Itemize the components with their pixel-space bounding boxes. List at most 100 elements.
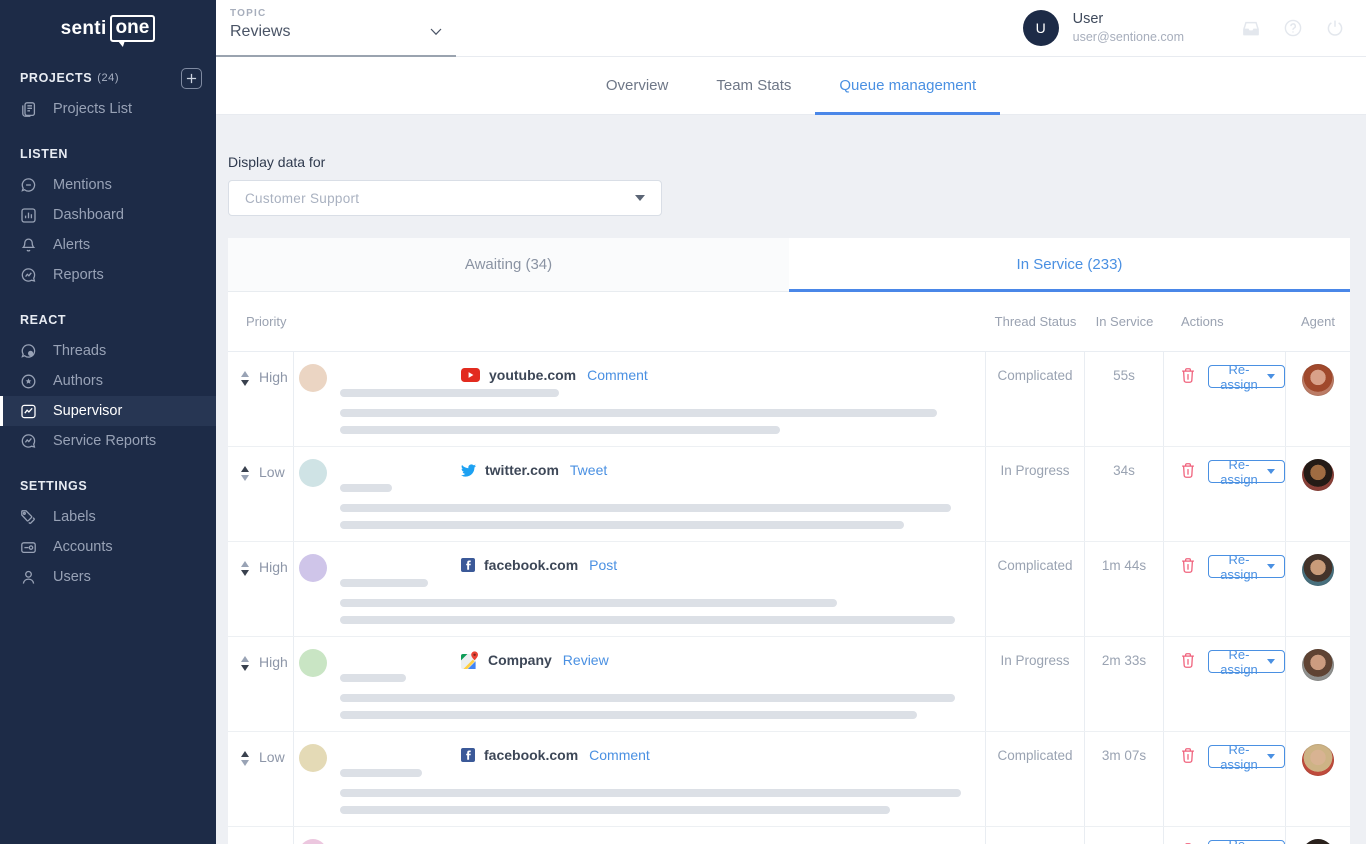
agent-cell: [1286, 542, 1350, 636]
reassign-button[interactable]: Re-assign: [1208, 650, 1285, 673]
reassign-button[interactable]: Re-assign: [1208, 555, 1285, 578]
facebook-icon: [461, 558, 475, 572]
table-body: Highyoutube.comCommentComplicated55sRe-a…: [228, 352, 1350, 844]
decrease-priority-button[interactable]: [241, 760, 249, 766]
increase-priority-button[interactable]: [241, 561, 249, 567]
sidebar-item-labels[interactable]: Labels: [0, 502, 216, 532]
thread-cell[interactable]: Company Review: [294, 637, 986, 731]
sidebar-item-alerts[interactable]: Alerts: [0, 230, 216, 260]
tab-team-stats[interactable]: Team Stats: [692, 57, 815, 114]
thread-type-link[interactable]: Post: [589, 557, 617, 573]
sidebar-item-threads[interactable]: Threads: [0, 336, 216, 366]
sidebar-item-dashboard[interactable]: Dashboard: [0, 200, 216, 230]
in-service-time: 1m 44s: [1085, 542, 1164, 636]
delete-thread-button[interactable]: [1181, 650, 1195, 669]
sidebar-item-label: Dashboard: [53, 207, 124, 223]
agent-avatar: [1302, 839, 1334, 844]
increase-priority-button[interactable]: [241, 466, 249, 472]
sidebar-item-projects-list[interactable]: Projects List: [0, 94, 216, 124]
thread-status: In Progress: [986, 637, 1085, 731]
message-line-placeholder: [340, 426, 780, 434]
message-line-placeholder: [340, 409, 937, 417]
sidebar-item-label: Projects List: [53, 101, 132, 117]
message-line-placeholder: [340, 694, 955, 702]
reassign-button[interactable]: Re-assign: [1208, 460, 1285, 483]
delete-thread-button[interactable]: [1181, 555, 1195, 574]
projects-count: (24): [97, 72, 119, 84]
message-line-placeholder: [340, 616, 955, 624]
thread-type-link[interactable]: Review: [563, 652, 609, 668]
thread-type-link[interactable]: Tweet: [570, 462, 607, 478]
user-avatar[interactable]: U: [1023, 10, 1059, 46]
queue-tab-awaiting-34[interactable]: Awaiting (34): [228, 238, 789, 291]
tab-queue-management[interactable]: Queue management: [815, 57, 1000, 114]
delete-thread-button[interactable]: [1181, 840, 1195, 844]
decrease-priority-button[interactable]: [241, 570, 249, 576]
priority-label: High: [259, 369, 288, 385]
increase-priority-button[interactable]: [241, 656, 249, 662]
agent-avatar: [1302, 744, 1334, 776]
sidebar-item-label: Service Reports: [53, 433, 156, 449]
sidebar-item-users[interactable]: Users: [0, 562, 216, 592]
sidebar-item-accounts[interactable]: Accounts: [0, 532, 216, 562]
nav-tabs: OverviewTeam StatsQueue management: [216, 57, 1366, 115]
alerts-icon: [20, 237, 37, 254]
thread-source-domain: twitter.com: [485, 462, 559, 478]
thread-type-link[interactable]: Comment: [587, 367, 648, 383]
agent-avatar: [1302, 554, 1334, 586]
thread-source: Company Review: [461, 651, 609, 669]
increase-priority-button[interactable]: [241, 751, 249, 757]
help-icon[interactable]: [1284, 19, 1302, 37]
team-select[interactable]: Customer Support: [228, 180, 662, 216]
in-service-time: 3m 07s: [1085, 732, 1164, 826]
tab-overview[interactable]: Overview: [582, 57, 693, 114]
sidebar-item-label: Supervisor: [53, 403, 122, 419]
twitter-icon: [461, 464, 476, 477]
inbox-icon[interactable]: [1242, 19, 1260, 37]
delete-thread-button[interactable]: [1181, 460, 1195, 479]
facebook-icon: [461, 748, 475, 762]
agent-cell: [1286, 447, 1350, 541]
thread-cell[interactable]: twitter.com Tweet: [294, 447, 986, 541]
column-header-agent: Agent: [1286, 314, 1350, 329]
delete-thread-button[interactable]: [1181, 745, 1195, 764]
column-header-in-service: In Service: [1085, 314, 1164, 329]
in-service-time: [1085, 827, 1164, 844]
agent-cell: [1286, 827, 1350, 844]
thread-cell[interactable]: youtube.comComment: [294, 352, 986, 446]
reassign-button[interactable]: Re-assign: [1208, 840, 1285, 844]
sidebar-item-supervisor[interactable]: Supervisor: [0, 396, 216, 426]
reports-icon: [20, 267, 37, 284]
thread-status: Complicated: [986, 352, 1085, 446]
decrease-priority-button[interactable]: [241, 380, 249, 386]
table-header: PriorityThread StatusIn ServiceActionsAg…: [228, 292, 1350, 352]
increase-priority-button[interactable]: [241, 371, 249, 377]
column-header-thread-status: Thread Status: [986, 314, 1085, 329]
thread-cell[interactable]: facebook.comComment: [294, 732, 986, 826]
supervisor-icon: [20, 403, 37, 420]
delete-thread-button[interactable]: [1181, 365, 1195, 384]
decrease-priority-button[interactable]: [241, 665, 249, 671]
topic-selector[interactable]: TOPIC Reviews: [216, 0, 456, 56]
sidebar-item-service-reports[interactable]: Service Reports: [0, 426, 216, 456]
queue-tab-in-service-233[interactable]: In Service (233): [789, 238, 1350, 291]
thread-cell[interactable]: [294, 827, 986, 844]
user-name: User: [1073, 10, 1184, 29]
sidebar-item-mentions[interactable]: Mentions: [0, 170, 216, 200]
sidebar-item-label: Reports: [53, 267, 104, 283]
thread-source-domain: Company: [488, 652, 552, 668]
sidebar-item-authors[interactable]: Authors: [0, 366, 216, 396]
projects-list-icon: [20, 101, 37, 118]
reassign-button[interactable]: Re-assign: [1208, 365, 1285, 388]
thread-cell[interactable]: facebook.comPost: [294, 542, 986, 636]
thread-source: facebook.comComment: [461, 747, 650, 763]
sidebar-item-reports[interactable]: Reports: [0, 260, 216, 290]
actions-cell: Re-assign: [1164, 447, 1286, 541]
caret-down-icon: [1267, 659, 1275, 664]
reassign-button[interactable]: Re-assign: [1208, 745, 1285, 768]
filter-label: Display data for: [228, 154, 1350, 170]
power-icon[interactable]: [1326, 19, 1344, 37]
thread-type-link[interactable]: Comment: [589, 747, 650, 763]
add-project-button[interactable]: [181, 68, 202, 89]
decrease-priority-button[interactable]: [241, 475, 249, 481]
